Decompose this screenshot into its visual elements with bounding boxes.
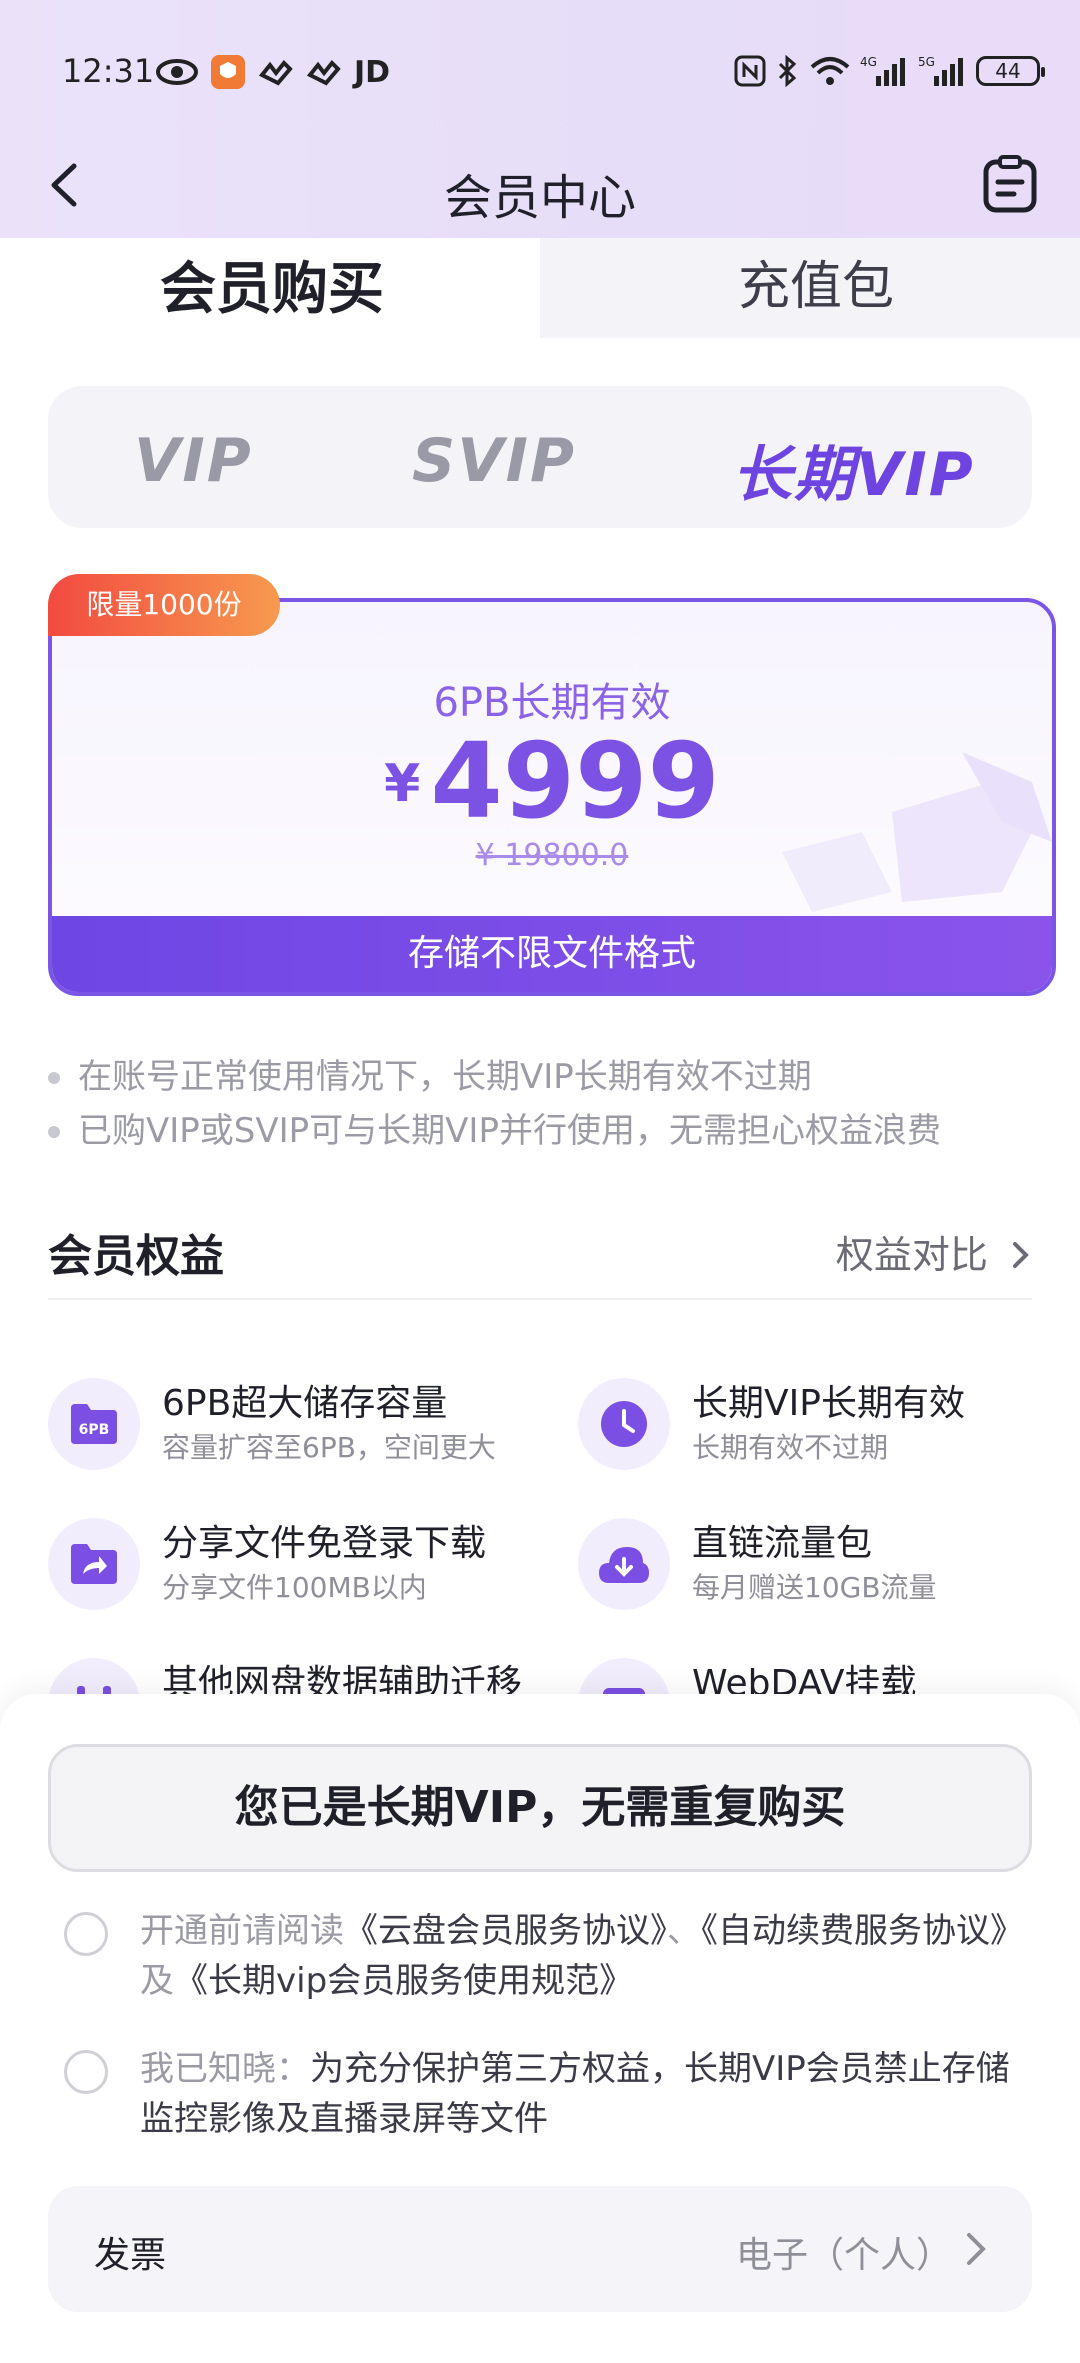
purchase-tabs: 充值包 会员购买 <box>0 238 1080 338</box>
auto-renewal-agreement-link[interactable]: 《自动续费服务协议》 <box>701 1911 1024 1951</box>
benefit-item: 6PB 6PB超大储存容量 容量扩容至6PB，空间更大 <box>48 1370 528 1480</box>
benefit-title: 直链流量包 <box>692 1523 873 1564</box>
benefit-title: 长期VIP长期有效 <box>692 1383 965 1424</box>
note-item: 已购VIP或SVIP可与长期VIP并行使用，无需担心权益浪费 <box>48 1104 1038 1158</box>
status-time: 12:31 <box>62 52 155 90</box>
jd-icon: JD <box>354 54 391 90</box>
benefit-item: 长期VIP长期有效 长期有效不过期 <box>578 1370 1058 1480</box>
long-term-vip-option[interactable]: 长期VIP <box>732 426 975 513</box>
bottom-sheet: 您已是长期VIP，无需重复购买 开通前请阅读《云盘会员服务协议》、《自动续费服务… <box>0 1694 1080 2363</box>
benefits-title: 会员权益 <box>48 1231 224 1282</box>
tab-recharge-pack[interactable]: 充值包 <box>470 238 1080 338</box>
app-shield-icon <box>210 54 246 90</box>
cloud-download-icon <box>578 1518 670 1610</box>
usage-rules-link[interactable]: 《长期vip会员服务使用规范》 <box>174 1961 633 2001</box>
benefit-subtitle: 长期有效不过期 <box>692 1431 889 1464</box>
agreement-row: 开通前请阅读《云盘会员服务协议》、《自动续费服务协议》及《长期vip会员服务使用… <box>64 1906 1024 2006</box>
tab-membership-purchase[interactable]: 会员购买 <box>0 238 540 338</box>
acknowledge-text: 我已知晓：为充分保护第三方权益，长期VIP会员禁止存储监控影像及直播录屏等文件 <box>140 2044 1024 2144</box>
vip-type-selector: VIP SVIP 长期VIP <box>48 386 1032 528</box>
status-right-icons: 4G 5G 44 <box>734 54 1045 88</box>
signal-4g-icon: 4G <box>860 54 908 88</box>
status-bar: 12:31 JD 4G 5G 44 <box>0 40 1080 110</box>
wifi-icon <box>810 55 850 87</box>
vip-option[interactable]: VIP <box>134 426 253 496</box>
svg-text:5G: 5G <box>918 55 935 69</box>
benefit-item: 分享文件免登录下载 分享文件100MB以内 <box>48 1510 528 1620</box>
acknowledge-prefix: 我已知晓： <box>140 2049 310 2089</box>
clipboard-icon[interactable] <box>980 154 1040 214</box>
bluetooth-icon <box>776 54 800 88</box>
tab-recharge-pack-label: 充值包 <box>738 257 895 317</box>
original-price: ¥ 19800.0 <box>475 838 629 873</box>
storage-6pb-icon-text: 6PB <box>79 1422 110 1438</box>
page-title: 会员中心 <box>443 170 636 226</box>
note-item: 在账号正常使用情况下，长期VIP长期有效不过期 <box>48 1050 1038 1104</box>
nfc-icon <box>734 55 766 87</box>
invoice-label: 发票 <box>94 2235 167 2276</box>
status-left-icons: JD <box>156 54 390 90</box>
product-price: ¥4999 <box>52 720 1052 842</box>
benefit-subtitle: 每月赠送10GB流量 <box>692 1571 937 1604</box>
benefit-item: 直链流量包 每月赠送10GB流量 <box>578 1510 1058 1620</box>
service-agreement-link[interactable]: 《云盘会员服务协议》 <box>344 1911 667 1951</box>
currency-symbol: ¥ <box>384 754 421 814</box>
agreement-checkbox[interactable] <box>64 1912 108 1956</box>
chevron-right-icon <box>967 2233 986 2265</box>
svg-text:4G: 4G <box>860 55 877 69</box>
hand-icon <box>306 57 342 87</box>
benefits-compare-label: 权益对比 <box>835 1233 988 1277</box>
chevron-right-icon <box>1013 1242 1029 1268</box>
svip-option[interactable]: SVIP <box>412 426 576 496</box>
already-member-button[interactable]: 您已是长期VIP，无需重复购买 <box>48 1744 1032 1872</box>
benefits-compare-link[interactable]: 权益对比 <box>836 1224 1032 1279</box>
purchase-notes: 在账号正常使用情况下，长期VIP长期有效不过期 已购VIP或SVIP可与长期VI… <box>48 1050 1038 1158</box>
hand-icon <box>258 57 294 87</box>
price-value: 4999 <box>430 720 720 842</box>
agreement-and: 及 <box>140 1961 174 2001</box>
acknowledge-checkbox[interactable] <box>64 2050 108 2094</box>
agreement-text: 开通前请阅读《云盘会员服务协议》、《自动续费服务协议》及《长期vip会员服务使用… <box>140 1906 1024 2006</box>
product-card[interactable]: 6PB长期有效 ¥4999 ¥ 19800.0 存储不限文件格式 <box>48 598 1056 996</box>
signal-5g-icon: 5G <box>918 54 966 88</box>
limited-badge: 限量1000份 <box>48 574 280 636</box>
product-footer: 存储不限文件格式 <box>52 916 1052 992</box>
benefit-title: 6PB超大储存容量 <box>162 1383 448 1424</box>
tab-membership-purchase-label: 会员购买 <box>160 257 384 322</box>
battery-indicator: 44 <box>976 56 1045 86</box>
invoice-value: 电子（个人） <box>735 2235 952 2276</box>
benefits-header: 会员权益 权益对比 <box>48 1212 1032 1300</box>
benefit-subtitle: 容量扩容至6PB，空间更大 <box>162 1431 496 1464</box>
header-area: 12:31 JD 4G 5G 44 会员中心 <box>0 0 1080 250</box>
navigation-bar: 会员中心 <box>0 140 1080 230</box>
storage-6pb-icon: 6PB <box>48 1378 140 1470</box>
share-folder-icon <box>48 1518 140 1610</box>
acknowledge-row: 我已知晓：为充分保护第三方权益，长期VIP会员禁止存储监控影像及直播录屏等文件 <box>64 2044 1024 2144</box>
agreement-separator: 、 <box>667 1911 701 1951</box>
benefit-title: 分享文件免登录下载 <box>162 1523 487 1564</box>
invoice-row[interactable]: 发票 电子（个人） <box>48 2186 1032 2312</box>
eye-icon <box>156 57 198 87</box>
benefit-subtitle: 分享文件100MB以内 <box>162 1571 427 1604</box>
agreement-prefix: 开通前请阅读 <box>140 1911 344 1951</box>
clock-icon <box>578 1378 670 1470</box>
